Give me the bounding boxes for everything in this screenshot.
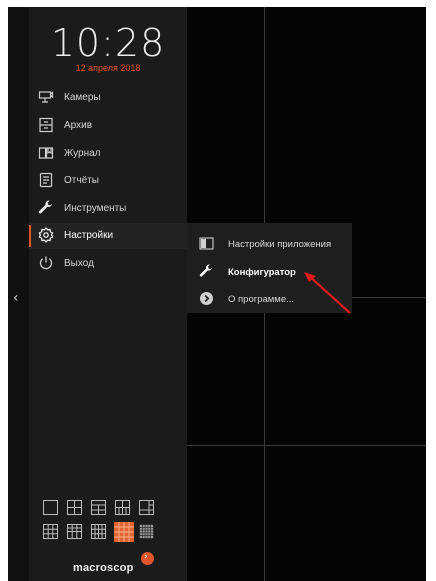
- sidebar-item-archive[interactable]: Архив: [29, 113, 187, 139]
- sidebar-item-label: Архив: [64, 120, 93, 131]
- submenu-item-app-settings[interactable]: Настройки приложения: [187, 231, 352, 257]
- sidebar-item-label: Журнал: [64, 148, 101, 159]
- power-icon: [38, 255, 54, 271]
- sidebar-item-label: Отчёты: [64, 175, 99, 186]
- sidebar: 10:28 12 апреля 2018 Камеры Архив Журнал: [29, 7, 187, 581]
- journal-icon: [38, 145, 54, 161]
- layout-1plus5-button[interactable]: [138, 499, 155, 516]
- gear-icon: [38, 227, 54, 243]
- layout-3x2-button[interactable]: [66, 523, 83, 540]
- sidebar-collapse-strip[interactable]: ‹: [8, 7, 29, 581]
- video-grid-line: [186, 445, 426, 446]
- report-icon: [38, 172, 54, 188]
- sidebar-item-settings[interactable]: Настройки: [29, 223, 187, 249]
- sidebar-item-label: Камеры: [64, 92, 101, 103]
- layout-2x2-wide-button[interactable]: [90, 499, 107, 516]
- sidebar-item-tools[interactable]: Инструменты: [29, 196, 187, 222]
- wrench-icon: [199, 264, 214, 279]
- layout-4x4-button[interactable]: [114, 522, 134, 542]
- active-indicator: [29, 225, 31, 247]
- layout-1x1-button[interactable]: [42, 499, 59, 516]
- sidebar-item-label: Настройки: [64, 230, 114, 241]
- app-settings-icon: [199, 236, 214, 251]
- submenu-item-label: Конфигуратор: [228, 267, 296, 278]
- submenu-item-label: О программе...: [228, 294, 295, 305]
- submenu-item-label: Настройки приложения: [228, 239, 332, 250]
- archive-icon: [38, 117, 54, 133]
- sidebar-item-label: Инструменты: [64, 203, 127, 214]
- sidebar-item-reports[interactable]: Отчёты: [29, 168, 187, 194]
- sidebar-item-exit[interactable]: Выход: [29, 251, 187, 277]
- layout-3x3-mixed-button[interactable]: [114, 499, 131, 516]
- app-screen: ‹ 10:28 12 апреля 2018 Камеры Архив Журн…: [8, 7, 426, 581]
- layout-2x2-button[interactable]: [66, 499, 83, 516]
- clock-date: 12 апреля 2018: [75, 63, 141, 73]
- sidebar-item-cameras[interactable]: Камеры: [29, 85, 187, 111]
- pointer-arrow-annotation: [304, 272, 351, 314]
- brand-logo-text: macroscop: [73, 562, 134, 574]
- brand-logo-mark: ›: [141, 552, 154, 565]
- sidebar-item-journal[interactable]: Журнал: [29, 141, 187, 167]
- layout-5x5-button[interactable]: [138, 523, 155, 540]
- clock-time: 10:28: [50, 21, 166, 65]
- chevron-circle-icon: [199, 291, 214, 306]
- chevron-left-icon[interactable]: ‹: [13, 290, 19, 306]
- sidebar-item-label: Выход: [64, 258, 94, 269]
- wrench-icon: [38, 200, 54, 216]
- layout-3x3-button[interactable]: [42, 523, 59, 540]
- camera-icon: [38, 89, 54, 105]
- layout-4x3-button[interactable]: [90, 523, 107, 540]
